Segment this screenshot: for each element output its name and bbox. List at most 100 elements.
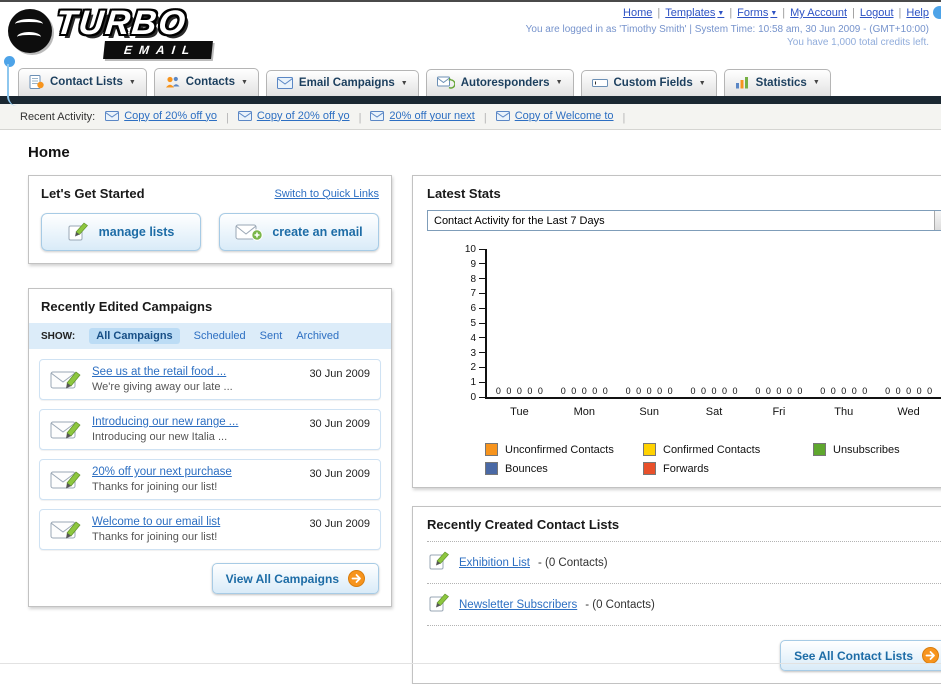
contact-list-item[interactable]: Newsletter Subscribers - (0 Contacts) bbox=[427, 584, 941, 626]
arrow-circle-icon bbox=[348, 570, 365, 587]
get-started-title: Let's Get Started bbox=[41, 186, 145, 201]
campaign-text: Introducing our new range ... Introducing… bbox=[92, 416, 299, 443]
arrow-circle-icon bbox=[922, 647, 939, 664]
create-an-email-button[interactable]: create an email bbox=[219, 213, 379, 251]
turbo-email-logo: TURBO EMAIL bbox=[8, 4, 288, 60]
pencil-card-icon bbox=[68, 222, 90, 242]
manage-lists-button[interactable]: manage lists bbox=[41, 213, 201, 251]
campaign-filter-all-campaigns[interactable]: All Campaigns bbox=[89, 328, 180, 344]
chevron-down-icon: ▼ bbox=[400, 79, 408, 87]
campaign-title-link[interactable]: See us at the retail food ... bbox=[92, 366, 299, 378]
tab-email-campaigns[interactable]: Email Campaigns ▼ bbox=[265, 70, 419, 96]
pencil-card-icon bbox=[429, 551, 451, 574]
y-axis-tick bbox=[479, 278, 485, 280]
contact-lists-panel-title: Recently Created Contact Lists bbox=[427, 517, 620, 532]
tab-label: Contact Lists bbox=[50, 76, 123, 88]
recent-activity-item[interactable]: Copy of 20% off yo bbox=[105, 110, 217, 122]
recent-activity-items: Copy of 20% off yo | Copy of 20% off yo | 20… bbox=[105, 110, 634, 124]
bar-value-labels: 0 0 0 0 0 bbox=[755, 386, 803, 396]
chevron-down-icon: ▼ bbox=[812, 79, 820, 86]
separator: | bbox=[483, 111, 487, 124]
campaign-text: 20% off your next purchase Thanks for joi… bbox=[92, 466, 299, 493]
recent-activity-item[interactable]: Copy of 20% off yo bbox=[237, 110, 350, 122]
top-link-templates[interactable]: Templates ▼ bbox=[665, 7, 724, 19]
y-axis-tick bbox=[479, 263, 485, 265]
tab-label: Autoresponders bbox=[460, 76, 550, 89]
bar-value-labels: 0 0 0 0 0 bbox=[690, 386, 738, 396]
y-axis-tick bbox=[479, 352, 485, 354]
campaign-date: 30 Jun 2009 bbox=[309, 518, 370, 530]
bar-groups: 0 0 0 0 0 Tue 0 0 0 0 0 Mon 0 0 0 0 0 Sun 0 0 … bbox=[487, 249, 941, 418]
chevron-down-icon: ▼ bbox=[555, 79, 563, 86]
tab-statistics[interactable]: Statistics ▼ bbox=[723, 69, 831, 96]
bar-group: 0 0 0 0 0 Sun bbox=[617, 249, 682, 418]
x-axis-label: Thu bbox=[834, 406, 854, 418]
contact-list-link[interactable]: Exhibition List bbox=[459, 557, 530, 569]
top-link-my-account[interactable]: My Account bbox=[790, 7, 847, 19]
header-top-right: Home | Templates ▼ | Forms ▼ | My Account | Logout… bbox=[526, 7, 929, 48]
custom-fields-icon bbox=[591, 77, 608, 89]
recent-activity-link[interactable]: 20% off your next bbox=[389, 110, 474, 122]
recent-activity-link[interactable]: Copy of 20% off yo bbox=[124, 110, 217, 122]
chevron-down-icon: ▼ bbox=[240, 78, 248, 86]
legend-label: Confirmed Contacts bbox=[663, 443, 761, 456]
campaign-title-link[interactable]: Welcome to our email list bbox=[92, 516, 299, 528]
select-dropdown-button[interactable]: ▼ bbox=[934, 211, 941, 230]
legend-swatch bbox=[485, 462, 498, 475]
recent-activity-label: Recent Activity: bbox=[20, 110, 96, 123]
campaign-list-item[interactable]: 20% off your next purchase Thanks for joi… bbox=[39, 459, 381, 500]
recent-activity-link[interactable]: Copy of Welcome to bbox=[515, 110, 614, 122]
contacts-icon bbox=[165, 75, 180, 89]
y-axis-tick bbox=[479, 248, 485, 250]
legend-swatch bbox=[643, 462, 656, 475]
see-all-contact-lists-button[interactable]: See All Contact Lists bbox=[780, 640, 941, 671]
view-all-campaigns-button[interactable]: View All Campaigns bbox=[211, 563, 379, 594]
contact-list-item[interactable]: Exhibition List - (0 Contacts) bbox=[427, 542, 941, 584]
campaign-list-item[interactable]: Introducing our new range ... Introducing… bbox=[39, 409, 381, 450]
legend-item: Unconfirmed Contacts bbox=[485, 443, 643, 456]
campaign-title-link[interactable]: Introducing our new range ... bbox=[92, 416, 299, 428]
top-link-forms[interactable]: Forms ▼ bbox=[737, 7, 777, 19]
recent-activity-item[interactable]: Copy of Welcome to bbox=[495, 110, 614, 122]
tab-custom-fields[interactable]: Custom Fields ▼ bbox=[580, 70, 717, 96]
x-axis-label: Sun bbox=[639, 406, 659, 418]
campaign-list-item[interactable]: See us at the retail food ... We're givin… bbox=[39, 359, 381, 400]
button-label: create an email bbox=[272, 225, 363, 239]
top-link-logout[interactable]: Logout bbox=[860, 7, 894, 19]
campaigns-panel-title: Recently Edited Campaigns bbox=[41, 299, 213, 314]
campaign-filter-archived[interactable]: Archived bbox=[296, 330, 339, 342]
campaign-title-link[interactable]: 20% off your next purchase bbox=[92, 466, 299, 478]
logo-swirl-icon bbox=[8, 9, 52, 53]
main-nav-tabs: Contact Lists ▼ Contacts ▼ Email Campaigns ▼ A… bbox=[0, 64, 941, 96]
separator: | bbox=[358, 111, 362, 124]
recent-activity-link[interactable]: Copy of 20% off yo bbox=[257, 110, 350, 122]
legend-item: Confirmed Contacts bbox=[643, 443, 813, 456]
y-axis-tick bbox=[479, 366, 485, 368]
footer-divider bbox=[0, 663, 941, 664]
top-link-help[interactable]: Help bbox=[906, 7, 929, 19]
tab-autoresponders[interactable]: Autoresponders ▼ bbox=[425, 69, 574, 96]
campaign-filter-sent[interactable]: Sent bbox=[260, 330, 283, 342]
contact-list-link[interactable]: Newsletter Subscribers bbox=[459, 599, 577, 611]
chevron-down-icon: ▼ bbox=[698, 79, 706, 87]
top-link-home[interactable]: Home bbox=[623, 7, 652, 19]
recent-activity-bar: Recent Activity: Copy of 20% off yo | Copy… bbox=[0, 104, 941, 130]
tab-contact-lists[interactable]: Contact Lists ▼ bbox=[18, 68, 147, 96]
logo-text-turbo: TURBO bbox=[54, 4, 189, 42]
stats-period-select[interactable]: Contact Activity for the Last 7 Days ▼ bbox=[427, 210, 941, 231]
campaign-filter-scheduled[interactable]: Scheduled bbox=[194, 330, 246, 342]
switch-quick-links-link[interactable]: Switch to Quick Links bbox=[274, 188, 379, 200]
legend-label: Unconfirmed Contacts bbox=[505, 443, 614, 456]
recent-activity-item[interactable]: 20% off your next bbox=[370, 110, 475, 122]
envelope-small-icon bbox=[495, 110, 510, 121]
link-separator: | bbox=[657, 7, 661, 19]
show-label: SHOW: bbox=[41, 330, 76, 342]
campaign-list-item[interactable]: Welcome to our email list Thanks for join… bbox=[39, 509, 381, 550]
x-axis-label: Sat bbox=[705, 406, 723, 418]
tab-contacts[interactable]: Contacts ▼ bbox=[153, 68, 259, 96]
stats-period-value: Contact Activity for the Last 7 Days bbox=[434, 214, 605, 227]
y-axis-tick bbox=[479, 337, 485, 339]
campaign-subtitle: Introducing our new Italia ... bbox=[92, 431, 228, 443]
button-label: manage lists bbox=[98, 225, 175, 239]
x-axis-label: Fri bbox=[772, 406, 786, 418]
